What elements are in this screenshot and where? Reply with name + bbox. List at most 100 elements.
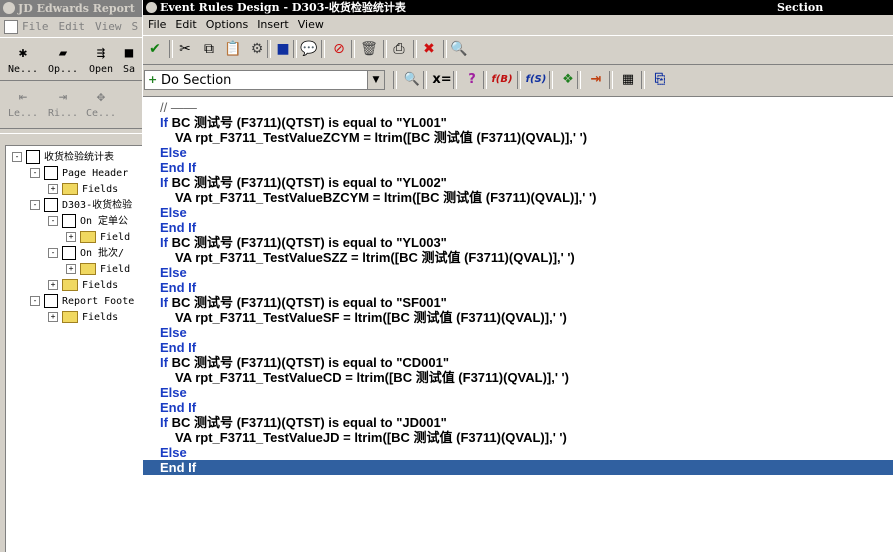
event-rule-line[interactable]: End If xyxy=(143,160,893,175)
copy-lines-icon[interactable]: ⎘ xyxy=(647,70,673,90)
event-rule-line[interactable]: If BC 测试号 (F3711)(QTST) is equal to "JD0… xyxy=(143,415,893,430)
menu-view[interactable]: View xyxy=(95,20,122,33)
new-button[interactable]: ✱ Ne... xyxy=(4,42,42,80)
toolbar-separator xyxy=(267,40,271,58)
event-rule-line[interactable]: VA rpt_F3711_TestValueZCYM = ltrim([BC 测… xyxy=(143,130,893,145)
table-icon[interactable]: ▦ xyxy=(615,70,641,90)
toolbar-separator xyxy=(293,40,297,58)
event-rule-line[interactable]: If BC 测试号 (F3711)(QTST) is equal to "SF0… xyxy=(143,295,893,310)
event-rule-line[interactable]: Else xyxy=(143,385,893,400)
delete-icon[interactable]: 🗑 xyxy=(359,39,379,59)
event-rule-line[interactable]: Else xyxy=(143,325,893,340)
tree-item[interactable]: + Field xyxy=(66,230,130,246)
menu-s[interactable]: S xyxy=(132,20,139,33)
find-icon[interactable]: ⚙ xyxy=(247,39,267,59)
folder-icon xyxy=(80,231,96,243)
insert-icon[interactable]: ⇥ xyxy=(583,70,609,90)
collapse-icon[interactable]: - xyxy=(30,296,40,306)
align-center-button[interactable]: ✥ Ce... xyxy=(82,86,120,124)
menu-edit[interactable]: Edit xyxy=(175,18,196,31)
expand-icon[interactable]: + xyxy=(66,264,76,274)
section-icon xyxy=(26,150,40,164)
collapse-icon[interactable]: - xyxy=(48,248,58,258)
tree-item[interactable]: + Fields xyxy=(48,278,118,294)
event-rule-line[interactable]: Else xyxy=(143,205,893,220)
event-rule-line[interactable]: End If xyxy=(143,460,893,475)
event-rule-line[interactable]: VA rpt_F3711_TestValueBZCYM = ltrim([BC … xyxy=(143,190,893,205)
cut-icon[interactable]: ✂ xyxy=(175,39,195,59)
disable-icon[interactable]: ⊘ xyxy=(329,39,349,59)
section-dropdown[interactable]: + Do Section ▼ xyxy=(144,70,385,90)
event-rule-line[interactable]: VA rpt_F3711_TestValueCD = ltrim([BC 测试值… xyxy=(143,370,893,385)
collapse-icon[interactable]: - xyxy=(30,200,40,210)
search-icon[interactable]: 🔍 xyxy=(449,39,469,59)
event-rule-line[interactable]: VA rpt_F3711_TestValueJD = ltrim([BC 测试值… xyxy=(143,430,893,445)
menu-view[interactable]: View xyxy=(298,18,324,31)
save-button[interactable]: ■ Sa xyxy=(116,42,142,80)
menu-insert[interactable]: Insert xyxy=(257,18,289,31)
zoom-icon[interactable]: 🔍 xyxy=(399,70,425,90)
event-rules-editor[interactable]: // —— If BC 测试号 (F3711)(QTST) is equal to… xyxy=(143,96,893,552)
event-rules-title-bar[interactable]: Event Rules Design - D303-收货检验统计表 Sectio… xyxy=(143,0,893,15)
collapse-icon[interactable]: - xyxy=(12,152,22,162)
report-design-title-bar[interactable]: JD Edwards Report xyxy=(0,0,142,17)
keyword: Else xyxy=(160,145,187,160)
tree-item[interactable]: - D303-收货检验 xyxy=(30,198,132,214)
event-rule-line[interactable]: End If xyxy=(143,280,893,295)
event-rule-line[interactable]: Else xyxy=(143,145,893,160)
event-rule-line[interactable]: VA rpt_F3711_TestValueSF = ltrim([BC 测试值… xyxy=(143,310,893,325)
comment-icon[interactable]: 💬 xyxy=(299,39,319,59)
event-rule-line[interactable]: If BC 测试号 (F3711)(QTST) is equal to "YL0… xyxy=(143,235,893,250)
tree-item[interactable]: - On 定单公 xyxy=(48,214,128,230)
report-toolbar-1: ✱ Ne... ▰ Op... ⇶ Open ■ Sa xyxy=(0,37,142,81)
event-rule-line[interactable]: End If xyxy=(143,340,893,355)
menu-options[interactable]: Options xyxy=(206,18,248,31)
tree-item[interactable]: + Field xyxy=(66,262,130,278)
expand-icon[interactable]: + xyxy=(66,232,76,242)
toolbar-separator xyxy=(413,40,417,58)
function-system-icon[interactable]: f(S) xyxy=(523,70,549,90)
menu-edit[interactable]: Edit xyxy=(59,20,86,33)
if-icon[interactable]: ? xyxy=(459,70,485,90)
paste-icon[interactable]: 📋 xyxy=(223,39,243,59)
tree-item[interactable]: - 收货检验统计表 xyxy=(12,150,114,166)
chevron-down-icon[interactable]: ▼ xyxy=(367,71,384,89)
event-rule-line[interactable]: If BC 测试号 (F3711)(QTST) is equal to "YL0… xyxy=(143,115,893,130)
event-rule-line[interactable]: If BC 测试号 (F3711)(QTST) is equal to "CD0… xyxy=(143,355,893,370)
menu-file[interactable]: File xyxy=(22,20,49,33)
event-rule-line[interactable]: VA rpt_F3711_TestValueSZZ = ltrim([BC 测试… xyxy=(143,250,893,265)
check-icon[interactable]: ✔ xyxy=(145,39,165,59)
menu-file[interactable]: File xyxy=(148,18,166,31)
event-rule-line[interactable]: End If xyxy=(143,220,893,235)
print-icon[interactable]: ⎙ xyxy=(389,39,409,59)
open-folder-button[interactable]: ▰ Op... xyxy=(44,42,82,80)
toolbar-separator xyxy=(549,71,553,89)
event-rule-line[interactable]: If BC 测试号 (F3711)(QTST) is equal to "YL0… xyxy=(143,175,893,190)
splitter[interactable] xyxy=(0,128,142,134)
assign-icon[interactable]: x= xyxy=(429,70,455,90)
copy-icon[interactable]: ⧉ xyxy=(199,39,219,59)
align-left-button[interactable]: ⇤ Le... xyxy=(4,86,42,124)
save-icon[interactable]: ■ xyxy=(273,39,293,59)
event-rule-line[interactable]: // —— xyxy=(143,100,893,115)
open-button[interactable]: ⇶ Open xyxy=(82,42,120,80)
expand-icon[interactable]: + xyxy=(48,312,58,322)
tree-item-label: On 批次/ xyxy=(80,248,125,259)
event-rule-line[interactable]: Else xyxy=(143,265,893,280)
tree-item[interactable]: + Fields xyxy=(48,310,118,326)
cancel-icon[interactable]: ✖ xyxy=(419,39,439,59)
variables-icon[interactable]: ❖ xyxy=(555,70,581,90)
collapse-icon[interactable]: - xyxy=(30,168,40,178)
tree-item[interactable]: - On 批次/ xyxy=(48,246,124,262)
event-rule-line[interactable]: Else xyxy=(143,445,893,460)
event-rule-line[interactable]: End If xyxy=(143,400,893,415)
align-right-button[interactable]: ⇥ Ri... xyxy=(44,86,82,124)
folder-icon xyxy=(80,263,96,275)
tree-item[interactable]: - Report Foote xyxy=(30,294,134,310)
function-business-icon[interactable]: f(B) xyxy=(489,70,515,90)
expand-icon[interactable]: + xyxy=(48,184,58,194)
tree-item[interactable]: - Page Header xyxy=(30,166,128,182)
collapse-icon[interactable]: - xyxy=(48,216,58,226)
tree-item[interactable]: + Fields xyxy=(48,182,118,198)
expand-icon[interactable]: + xyxy=(48,280,58,290)
